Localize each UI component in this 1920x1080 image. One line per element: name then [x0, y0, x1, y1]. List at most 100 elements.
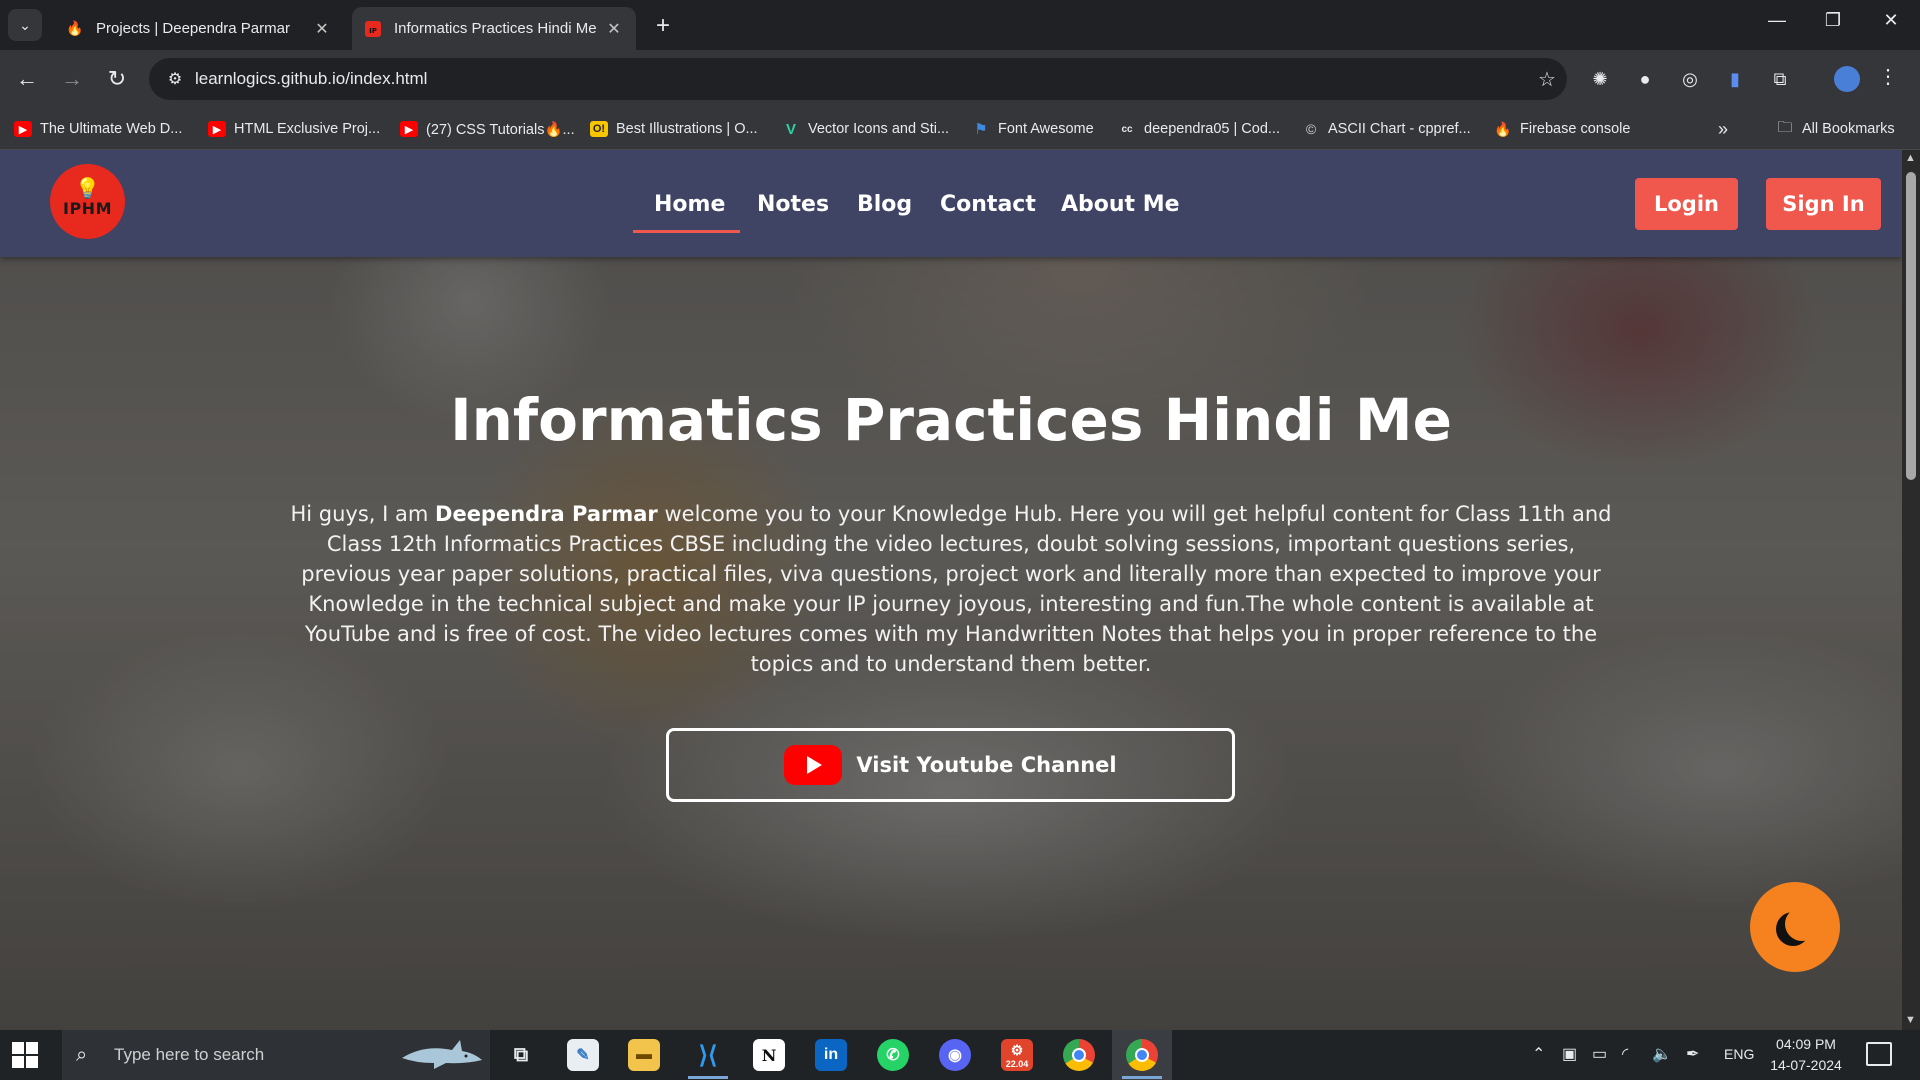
dark-mode-toggle[interactable] [1750, 882, 1840, 972]
close-icon[interactable]: ✕ [604, 19, 624, 39]
bookmark-item[interactable]: ▶ (27) CSS Tutorials🔥... [400, 117, 575, 141]
youtube-icon: ▶ [14, 121, 32, 137]
bookmark-label: Font Awesome [998, 121, 1094, 137]
fire-icon: 🔥 [66, 20, 84, 36]
codechef-icon: cc [1121, 123, 1133, 135]
ubuntu-logo-icon: ⚙ [1010, 1041, 1024, 1058]
hero-title: Informatics Practices Hindi Me [450, 386, 1452, 454]
arrow-right-icon: → [61, 66, 83, 91]
bookmark-item[interactable]: © ASCII Chart - cppref... [1302, 117, 1471, 141]
extension-target-icon[interactable]: ◎ [1676, 65, 1704, 93]
youtube-button-label: Visit Youtube Channel [856, 753, 1117, 777]
bookmark-label: deependra05 | Cod... [1144, 121, 1280, 137]
site-logo[interactable]: 💡 IPHM [50, 164, 125, 239]
tab-title: Projects | Deependra Parmar [96, 20, 290, 37]
volume-icon[interactable]: 🔈 [1652, 1044, 1672, 1064]
bookmark-item[interactable]: ▶ The Ultimate Web D... [14, 117, 182, 141]
more-bookmarks-button[interactable]: » [1718, 117, 1728, 141]
back-button[interactable]: ← [11, 63, 43, 95]
url-text[interactable]: learnlogics.github.io/index.html [195, 69, 1527, 89]
all-bookmarks-button[interactable]: 🗀 All Bookmarks [1776, 117, 1894, 141]
bookmark-item[interactable]: cc deependra05 | Cod... [1118, 117, 1280, 141]
chrome-icon[interactable] [1063, 1039, 1095, 1071]
pen-icon[interactable]: ✒ [1686, 1044, 1699, 1064]
logo-text: IPHM [63, 199, 112, 218]
shark-search-highlight-icon [402, 1040, 482, 1069]
active-app-indicator [1122, 1076, 1162, 1079]
nav-about-me[interactable]: About Me [1061, 192, 1180, 217]
discord-icon[interactable]: ◉ [939, 1039, 971, 1071]
notion-icon[interactable]: N [753, 1039, 785, 1071]
close-icon[interactable]: ✕ [312, 19, 332, 39]
signin-button[interactable]: Sign In [1766, 178, 1881, 230]
page-scrollbar[interactable]: ▲ ▼ [1902, 150, 1920, 1030]
extension-dropper-icon[interactable]: ● [1631, 65, 1659, 93]
bookmarks-bar: ▶ The Ultimate Web D... ▶ HTML Exclusive… [0, 108, 1920, 150]
youtube-logo-icon [784, 745, 843, 785]
battery-icon[interactable]: ▭ [1592, 1044, 1607, 1064]
linkedin-icon[interactable]: in [815, 1039, 847, 1071]
task-view-icon[interactable]: ⧉ [505, 1039, 537, 1071]
browser-tab-informatics[interactable]: IP Informatics Practices Hindi Me ✕ [352, 7, 636, 50]
browser-tab-projects[interactable]: 🔥 Projects | Deependra Parmar ✕ [54, 7, 344, 50]
visit-youtube-button[interactable]: Visit Youtube Channel [666, 728, 1235, 802]
nav-contact[interactable]: Contact [940, 192, 1036, 217]
browser-toolbar: ← → ↻ ⚙ learnlogics.github.io/index.html… [0, 50, 1920, 108]
youtube-icon: ▶ [400, 121, 418, 137]
reload-button[interactable]: ↻ [101, 63, 133, 95]
chrome-profile-icon[interactable] [1126, 1039, 1158, 1071]
youtube-icon: ▶ [208, 121, 226, 137]
arrow-left-icon: ← [16, 66, 38, 91]
login-button[interactable]: Login [1635, 178, 1738, 230]
browser-menu-icon[interactable]: ⋮ [1878, 64, 1898, 89]
nav-notes[interactable]: Notes [757, 192, 829, 217]
nav-active-indicator [633, 230, 740, 233]
reload-icon: ↻ [107, 66, 127, 91]
forward-button[interactable]: → [56, 63, 88, 95]
bookmark-item[interactable]: ⚑ Font Awesome [972, 117, 1094, 141]
tab-search-button[interactable]: ⌄ [8, 9, 42, 41]
bookmark-label: Best Illustrations | O... [616, 121, 758, 137]
file-explorer-icon[interactable]: ▬ [628, 1039, 660, 1071]
flag-icon: ⚑ [974, 121, 988, 138]
meet-now-icon[interactable]: ▣ [1562, 1044, 1577, 1064]
new-tab-button[interactable]: + [650, 12, 676, 40]
scroll-up-icon[interactable]: ▲ [1905, 152, 1916, 164]
svg-text:IP: IP [369, 27, 377, 35]
bookmark-item[interactable]: O! Best Illustrations | O... [590, 117, 758, 141]
whatsapp-icon[interactable]: ✆ [877, 1039, 909, 1071]
chevron-up-icon[interactable]: ⌃ [1532, 1044, 1545, 1064]
site-navbar: 💡 IPHM Home Notes Blog Contact About Me … [0, 150, 1902, 257]
window-close-button[interactable]: ✕ [1868, 10, 1914, 31]
scroll-down-icon[interactable]: ▼ [1905, 1014, 1916, 1026]
scrollbar-thumb[interactable] [1906, 172, 1916, 480]
bookmark-item[interactable]: ▶ HTML Exclusive Proj... [208, 117, 380, 141]
extension-atom-icon[interactable]: ✺ [1586, 65, 1614, 93]
notification-center-icon[interactable] [1866, 1042, 1892, 1066]
system-clock[interactable]: 04:09 PM 14-07-2024 [1766, 1034, 1846, 1076]
ubuntu-app-icon[interactable]: ⚙ 22.04 [1001, 1039, 1033, 1071]
bookmark-label: The Ultimate Web D... [40, 121, 183, 137]
vscode-icon[interactable]: ⟩⟨ [692, 1039, 724, 1071]
windows-start-icon[interactable] [12, 1042, 38, 1068]
bookmark-star-icon[interactable]: ☆ [1527, 67, 1567, 92]
language-indicator[interactable]: ENG [1724, 1046, 1754, 1062]
firebase-icon: 🔥 [1494, 120, 1512, 137]
bookmark-item[interactable]: V Vector Icons and Sti... [782, 117, 949, 141]
nav-blog[interactable]: Blog [857, 192, 912, 217]
author-name: Deependra Parmar [435, 502, 658, 526]
extension-docs-icon[interactable]: ▮ [1721, 65, 1749, 93]
hero-description: Hi guys, I am Deependra Parmar welcome y… [290, 499, 1612, 679]
folder-icon: 🗀 [1777, 118, 1793, 136]
extensions-puzzle-icon[interactable]: ⧉ [1766, 65, 1794, 93]
profile-avatar[interactable] [1834, 66, 1860, 92]
sketch-app-icon[interactable]: ✎ [567, 1039, 599, 1071]
wifi-icon[interactable]: ◜ [1622, 1044, 1628, 1064]
restore-button[interactable]: ❐ [1810, 10, 1856, 31]
nav-home[interactable]: Home [654, 192, 725, 217]
hero-intro-prefix: Hi guys, I am [290, 502, 436, 526]
site-info-icon[interactable]: ⚙ [155, 69, 195, 89]
address-bar[interactable]: ⚙ learnlogics.github.io/index.html ☆ [149, 58, 1567, 100]
minimize-button[interactable]: — [1754, 10, 1800, 31]
bookmark-item[interactable]: 🔥 Firebase console [1494, 117, 1630, 141]
